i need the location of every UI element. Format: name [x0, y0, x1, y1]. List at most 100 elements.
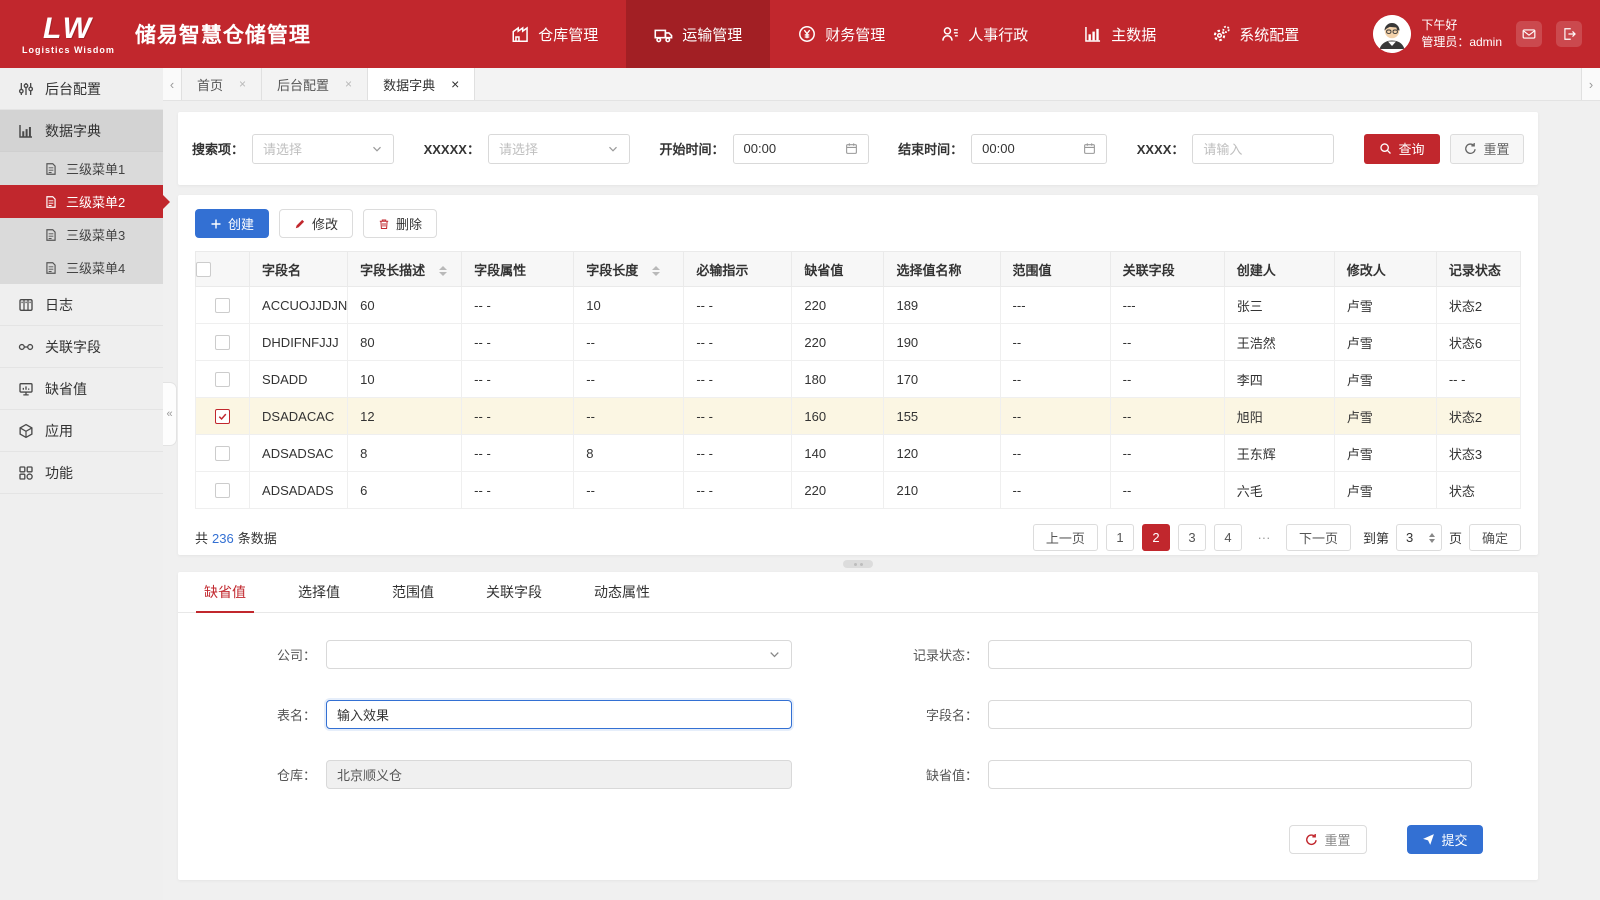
delete-button[interactable]: 删除 — [363, 209, 437, 238]
apps-icon — [18, 465, 34, 481]
sidebar-item-default-value[interactable]: 缺省值 — [0, 368, 163, 410]
col-field-name: 字段名 — [250, 252, 348, 287]
sidebar-item-log[interactable]: 日志 — [0, 284, 163, 326]
page-2-active[interactable]: 2 — [1142, 524, 1170, 551]
modify-button[interactable]: 修改 — [279, 209, 353, 238]
sidebar-item-submenu-3[interactable]: 三级菜单3 — [0, 218, 163, 251]
submit-button[interactable]: 提交 — [1407, 825, 1483, 854]
table-row[interactable]: SDADD10 -- --- -- -180 170-- --李四 卢雪-- - — [196, 361, 1521, 398]
col-related: 关联字段 — [1110, 252, 1224, 287]
nav-item-hr[interactable]: 人事行政 — [913, 0, 1056, 68]
row-checkbox[interactable] — [215, 335, 230, 350]
sidebar-item-application[interactable]: 应用 — [0, 410, 163, 452]
start-time-input[interactable]: 00:00 — [733, 134, 869, 164]
user-info: 下午好 管理员：admin — [1421, 17, 1502, 51]
company-label: 公司： — [178, 645, 316, 664]
form-reset-button[interactable]: 重置 — [1289, 825, 1367, 854]
tab-home[interactable]: 首页 × — [182, 68, 262, 100]
detail-actions: 重置 提交 — [1289, 825, 1483, 854]
col-range: 范围值 — [1000, 252, 1110, 287]
table-row[interactable]: DHDIFNFJJJ80 -- --- -- -220 190-- --王浩然 … — [196, 324, 1521, 361]
page-1[interactable]: 1 — [1106, 524, 1134, 551]
table-row[interactable]: ADSADADS6 -- --- -- -220 210-- --六毛 卢雪状态 — [196, 472, 1521, 509]
query-button[interactable]: 查询 — [1364, 134, 1440, 164]
sort-icon[interactable] — [652, 266, 660, 276]
nav-item-warehouse[interactable]: 仓库管理 — [483, 0, 626, 68]
row-checkbox-checked[interactable] — [215, 409, 230, 424]
col-field-length[interactable]: 字段长度 — [574, 252, 684, 287]
row-checkbox[interactable] — [215, 372, 230, 387]
stepper-arrows-icon[interactable] — [1429, 533, 1435, 543]
page-4[interactable]: 4 — [1214, 524, 1242, 551]
nav-item-settings[interactable]: 系统配置 — [1184, 0, 1327, 68]
tabs-scroll-right[interactable]: › — [1581, 68, 1600, 100]
total-number: 236 — [212, 531, 234, 546]
filter-reset-button[interactable]: 重置 — [1450, 134, 1524, 164]
close-icon[interactable]: × — [239, 77, 246, 91]
pencil-icon — [294, 218, 306, 230]
mail-button[interactable] — [1516, 21, 1542, 47]
tab-data-dict[interactable]: 数据字典 × — [368, 68, 475, 100]
page-3[interactable]: 3 — [1178, 524, 1206, 551]
logo-mark: LW — [43, 14, 94, 44]
user-greeting: 下午好 — [1421, 17, 1502, 34]
goto-page-input[interactable]: 3 — [1396, 524, 1442, 551]
detail-tab-related-fields[interactable]: 关联字段 — [460, 572, 568, 612]
record-status-input[interactable] — [988, 640, 1472, 669]
col-field-long-desc[interactable]: 字段长描述 — [348, 252, 462, 287]
xxxx-input[interactable]: 请输入 — [1192, 134, 1334, 164]
logo-subtitle: Logistics Wisdom — [22, 45, 115, 55]
gear-icon — [1212, 25, 1230, 43]
table-name-input[interactable]: 输入效果 — [326, 700, 792, 729]
sidebar-item-backend-config[interactable]: 后台配置 — [0, 68, 163, 110]
trash-icon — [378, 218, 390, 230]
xxxxx-select[interactable]: 请选择 — [488, 134, 630, 164]
row-checkbox[interactable] — [215, 483, 230, 498]
search-icon — [1379, 142, 1392, 155]
nav-item-finance[interactable]: 财务管理 — [770, 0, 913, 68]
next-page-button[interactable]: 下一页 — [1286, 524, 1351, 551]
sidebar-item-related-fields[interactable]: 关联字段 — [0, 326, 163, 368]
select-all-checkbox[interactable] — [196, 262, 211, 277]
sidebar-item-submenu-1[interactable]: 三级菜单1 — [0, 152, 163, 185]
tabs-scroll-left[interactable]: ‹ — [163, 68, 182, 100]
table-row-selected[interactable]: DSADACAC12 -- --- -- -160 155-- --旭阳 卢雪状… — [196, 398, 1521, 435]
detail-tab-select-value[interactable]: 选择值 — [272, 572, 366, 612]
detail-tab-dynamic-attr[interactable]: 动态属性 — [568, 572, 676, 612]
sidebar-item-submenu-4[interactable]: 三级菜单4 — [0, 251, 163, 284]
page-ellipsis[interactable]: ··· — [1250, 524, 1278, 551]
end-time-input[interactable]: 00:00 — [971, 134, 1107, 164]
row-checkbox[interactable] — [215, 298, 230, 313]
tab-backend-config[interactable]: 后台配置 × — [262, 68, 368, 100]
table-row[interactable]: ADSADSAC8 -- -8 -- -140 120-- --王东辉 卢雪状态… — [196, 435, 1521, 472]
close-icon[interactable]: × — [451, 76, 459, 92]
row-checkbox[interactable] — [215, 446, 230, 461]
field-name-input[interactable] — [988, 700, 1472, 729]
nav-item-transport[interactable]: 运输管理 — [626, 0, 770, 68]
logout-icon — [1562, 27, 1576, 41]
close-icon[interactable]: × — [345, 77, 352, 91]
refresh-icon — [1305, 833, 1318, 846]
panel-resize-handle[interactable] — [843, 560, 873, 568]
detail-tab-range-value[interactable]: 范围值 — [366, 572, 460, 612]
prev-page-button[interactable]: 上一页 — [1033, 524, 1098, 551]
detail-tab-default-value[interactable]: 缺省值 — [178, 572, 272, 612]
page-tabbar: ‹ 首页 × 后台配置 × 数据字典 × › — [163, 68, 1600, 101]
default-value-input[interactable] — [988, 760, 1472, 789]
search-item-select[interactable]: 请选择 — [252, 134, 394, 164]
company-select[interactable] — [326, 640, 792, 669]
avatar[interactable] — [1373, 15, 1411, 53]
sidebar-item-data-dict[interactable]: 数据字典 — [0, 110, 163, 152]
top-nav: 仓库管理 运输管理 财务管理 人事行政 主数据 系统配置 — [483, 0, 1327, 68]
goto-confirm-button[interactable]: 确定 — [1469, 524, 1521, 551]
nav-item-masterdata[interactable]: 主数据 — [1056, 0, 1184, 68]
table-row[interactable]: ACCUOJJDJN60 -- -10 -- -220 189--- ---张三… — [196, 287, 1521, 324]
logout-button[interactable] — [1556, 21, 1582, 47]
sidebar-item-submenu-2[interactable]: 三级菜单2 — [0, 185, 163, 218]
sort-icon[interactable] — [439, 266, 447, 276]
create-button[interactable]: 创建 — [195, 209, 269, 238]
main-content: 搜索项： 请选择 XXXXX： 请选择 开始时间： 00:00 结束时间： 00… — [163, 101, 1600, 900]
col-record-status: 记录状态 — [1436, 252, 1520, 287]
sidebar-item-function[interactable]: 功能 — [0, 452, 163, 494]
sidebar-collapse-handle[interactable]: « — [163, 382, 177, 446]
